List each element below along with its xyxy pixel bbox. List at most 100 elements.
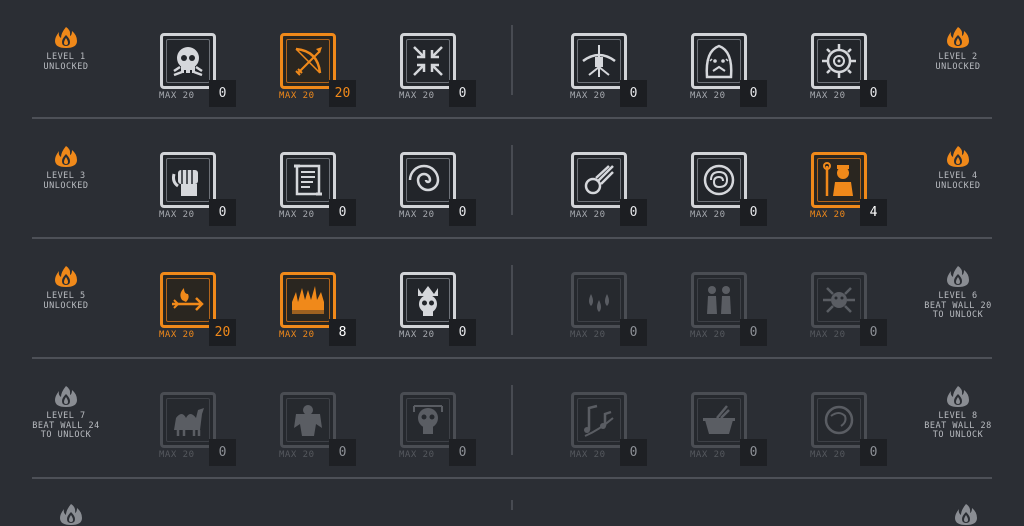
skill-count-badge: 0 — [620, 439, 647, 466]
skill-slot[interactable]: MAX 20 0 — [159, 152, 240, 232]
column-divider — [511, 265, 513, 335]
skill-tile[interactable] — [160, 33, 216, 89]
skill-slot[interactable]: MAX 20 0 — [570, 392, 651, 472]
skill-tile[interactable] — [691, 392, 747, 448]
level-label-line: UNLOCKED — [43, 180, 89, 191]
turret-icon — [582, 45, 616, 77]
skill-tile[interactable] — [160, 392, 216, 448]
skill-tile[interactable] — [691, 152, 747, 208]
skill-tile-inner — [817, 398, 861, 442]
flame-outline-icon — [55, 386, 77, 407]
skill-slot[interactable]: MAX 20 0 — [159, 33, 240, 113]
skill-count-badge: 4 — [860, 199, 887, 226]
level-label-3: LEVEL 3 UNLOCKED — [21, 144, 111, 191]
level-label-6: LEVEL 6 BEAT WALL 20 TO UNLOCK — [913, 264, 1003, 321]
cauldron-icon — [703, 405, 735, 434]
skill-max-label: MAX 20 — [690, 450, 726, 460]
flame-outline-icon — [947, 386, 969, 407]
skill-slot[interactable]: MAX 20 8 — [279, 272, 360, 352]
skill-slot[interactable]: MAX 20 0 — [399, 392, 480, 472]
skill-tile[interactable] — [280, 152, 336, 208]
skill-tree-screen: LEVEL 1 UNLOCKED MAX 20 0 MAX 20 20 MAX 20 0 LEV… — [0, 0, 1024, 525]
skill-tile-inner — [697, 39, 741, 83]
skill-max-label: MAX 20 — [810, 210, 846, 220]
skill-slot[interactable]: MAX 20 0 — [279, 152, 360, 232]
skill-count-badge: 0 — [740, 439, 767, 466]
skill-slot[interactable]: MAX 20 0 — [570, 272, 651, 352]
skill-tile[interactable] — [160, 152, 216, 208]
skill-slot[interactable]: MAX 20 0 — [399, 152, 480, 232]
skill-tile-inner — [817, 39, 861, 83]
skill-tile-inner — [166, 398, 210, 442]
skill-tile[interactable] — [571, 33, 627, 89]
skill-count-badge: 0 — [209, 80, 236, 107]
compress-arrows-icon — [413, 46, 443, 76]
skill-slot[interactable]: MAX 20 0 — [690, 33, 771, 113]
skill-slot[interactable]: MAX 20 0 — [399, 33, 480, 113]
skill-slot[interactable]: MAX 20 0 — [159, 392, 240, 472]
level-label-8: LEVEL 8 BEAT WALL 28 TO UNLOCK — [913, 384, 1003, 441]
skill-slot[interactable]: MAX 20 0 — [570, 33, 651, 113]
skill-slot[interactable]: MAX 20 0 — [690, 392, 771, 472]
skill-tile-inner — [697, 398, 741, 442]
skill-tile-inner — [577, 158, 621, 202]
skill-tile[interactable] — [691, 33, 747, 89]
skill-tile[interactable] — [811, 33, 867, 89]
skill-max-label: MAX 20 — [570, 450, 606, 460]
skill-slot[interactable]: MAX 20 0 — [810, 392, 891, 472]
level-label-line: UNLOCKED — [935, 61, 981, 72]
skill-count-badge: 0 — [209, 439, 236, 466]
scroll-icon — [294, 164, 322, 196]
skill-slot[interactable]: MAX 20 0 — [690, 272, 771, 352]
skill-slot[interactable]: MAX 20 0 — [810, 33, 891, 113]
skill-slot[interactable]: MAX 20 0 — [279, 392, 360, 472]
level-label-line: TO UNLOCK — [932, 310, 984, 320]
skill-slot[interactable]: MAX 20 20 — [279, 33, 360, 113]
skill-tile[interactable] — [400, 272, 456, 328]
skill-tile[interactable] — [571, 392, 627, 448]
flame-outline-icon — [955, 504, 977, 525]
skill-slot[interactable]: MAX 20 0 — [810, 272, 891, 352]
skill-tile[interactable] — [571, 272, 627, 328]
skill-tile[interactable] — [811, 392, 867, 448]
flame-outline-icon — [947, 266, 969, 287]
skill-max-label: MAX 20 — [399, 450, 435, 460]
skill-tile[interactable] — [160, 272, 216, 328]
column-divider — [511, 25, 513, 95]
skill-count-badge: 0 — [620, 199, 647, 226]
flame-icon — [55, 266, 77, 287]
skill-count-badge: 0 — [449, 439, 476, 466]
skill-tile[interactable] — [691, 272, 747, 328]
skill-count-badge: 20 — [329, 80, 356, 107]
skill-count-badge: 0 — [740, 80, 767, 107]
skill-tile-inner — [697, 278, 741, 322]
skill-tile[interactable] — [811, 152, 867, 208]
skill-tile[interactable] — [400, 33, 456, 89]
golem-icon — [294, 405, 322, 436]
skill-count-badge: 0 — [620, 80, 647, 107]
skill-max-label: MAX 20 — [279, 91, 315, 101]
skill-max-label: MAX 20 — [690, 210, 726, 220]
skill-tile-inner — [286, 398, 330, 442]
skill-slot[interactable]: MAX 20 20 — [159, 272, 240, 352]
skill-tile[interactable] — [400, 152, 456, 208]
row-divider — [32, 357, 992, 359]
skill-tile[interactable] — [280, 33, 336, 89]
skill-tile-inner — [817, 278, 861, 322]
hooded-figure-icon — [705, 44, 733, 79]
skill-slot[interactable]: MAX 20 4 — [810, 152, 891, 232]
skill-max-label: MAX 20 — [279, 450, 315, 460]
skill-tile-inner — [406, 158, 450, 202]
level-label-line: UNLOCKED — [935, 180, 981, 191]
skill-tile[interactable] — [280, 392, 336, 448]
skill-tile[interactable] — [571, 152, 627, 208]
swarm-icon — [823, 287, 855, 313]
skill-max-label: MAX 20 — [399, 210, 435, 220]
flame-icon — [947, 27, 969, 48]
skill-tile[interactable] — [280, 272, 336, 328]
skill-slot[interactable]: MAX 20 0 — [399, 272, 480, 352]
skill-tile[interactable] — [400, 392, 456, 448]
skill-tile[interactable] — [811, 272, 867, 328]
skill-slot[interactable]: MAX 20 0 — [690, 152, 771, 232]
skill-slot[interactable]: MAX 20 0 — [570, 152, 651, 232]
